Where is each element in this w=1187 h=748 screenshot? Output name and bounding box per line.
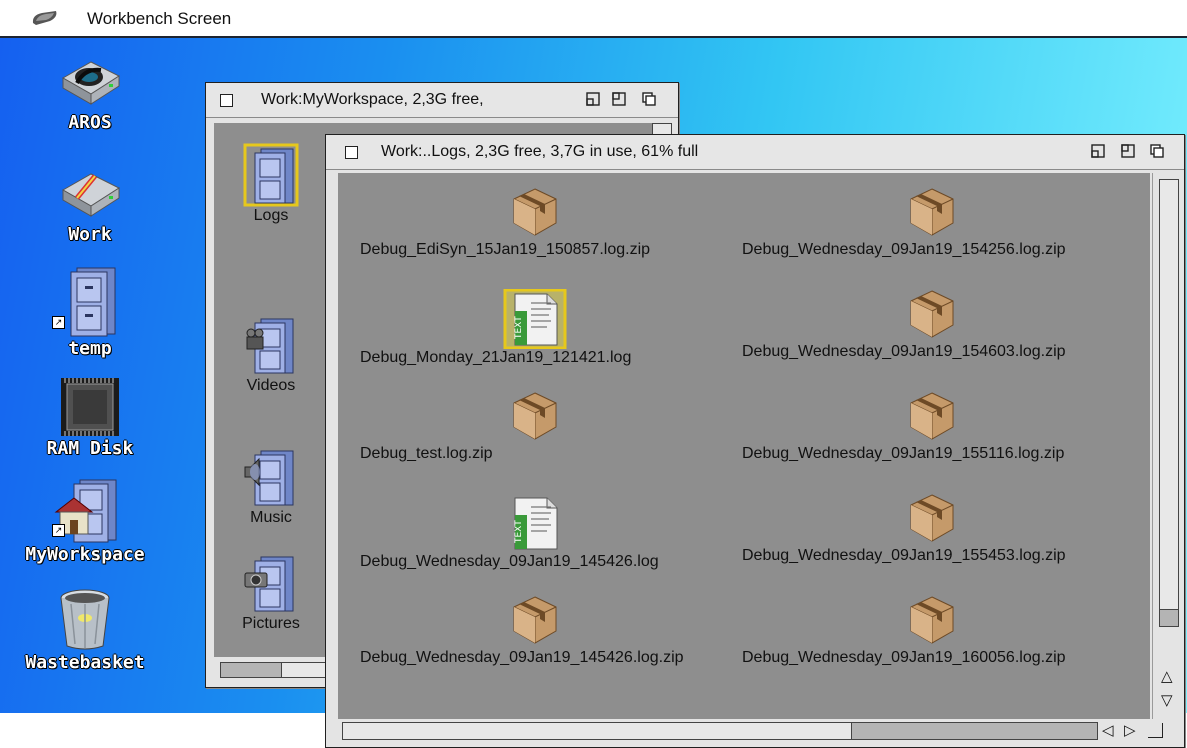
desktop-icon-label: AROS: [68, 112, 112, 133]
file-label: Debug_Monday_21Jan19_121421.log: [360, 349, 632, 366]
text-badge: TEXT: [514, 316, 524, 340]
drawer-label: Music: [250, 509, 292, 526]
text-file-icon: TEXT: [503, 289, 567, 349]
amiga-logo-icon: [32, 11, 57, 25]
desktop-icon-work[interactable]: Work: [40, 162, 140, 245]
package-icon: [910, 494, 954, 542]
wastebasket-icon: [60, 589, 110, 650]
drawer-icon-logs[interactable]: Logs: [226, 143, 316, 225]
package-icon: [910, 290, 954, 338]
file-label: Debug_Wednesday_09Jan19_155453.log.zip: [742, 547, 1066, 564]
drawer-label: Logs: [253, 207, 289, 224]
file-icon-zip[interactable]: Debug_EdiSyn_15Jan19_150857.log.zip: [360, 187, 720, 259]
file-icon-log[interactable]: TEXT Debug_Wednesday_09Jan19_145426.log: [360, 493, 720, 571]
zoom-icon[interactable]: [1121, 144, 1135, 158]
vertical-scrollbar[interactable]: △ ▽: [1152, 173, 1183, 719]
zoom-icon[interactable]: [612, 92, 626, 106]
shortcut-icon: ↗: [52, 524, 65, 537]
cabinet-icon: [244, 450, 294, 506]
desktop-icon-label: Work: [68, 224, 112, 245]
drive-icon: [61, 61, 121, 105]
package-icon: [513, 188, 557, 236]
scrollbar-track[interactable]: [220, 662, 332, 678]
scrollbar-knob[interactable]: [852, 723, 1097, 739]
screen-title-bar: Workbench Screen: [0, 0, 1187, 38]
desktop-icon-label: temp: [68, 338, 112, 359]
drawer-icon-videos[interactable]: Videos: [226, 313, 316, 395]
scrollbar-empty: [343, 723, 852, 739]
scroll-left-arrow-icon[interactable]: ◁: [1102, 721, 1114, 739]
drawer-icon-music[interactable]: Music: [226, 445, 316, 527]
resize-handle-icon[interactable]: [1148, 723, 1163, 738]
file-label: Debug_EdiSyn_15Jan19_150857.log.zip: [360, 241, 651, 258]
file-label: Debug_Wednesday_09Jan19_145426.log.zip: [360, 649, 684, 666]
iconify-icon[interactable]: [1091, 144, 1105, 158]
scroll-down-arrow-icon[interactable]: ▽: [1161, 691, 1173, 709]
package-icon: [513, 596, 557, 644]
desktop-icon-temp[interactable]: ↗ temp: [40, 266, 140, 359]
cabinet-icon: [246, 318, 294, 374]
chip-icon: [61, 378, 119, 436]
window-title: Work:MyWorkspace, 2,3G free,: [261, 91, 484, 108]
file-label: Debug_test.log.zip: [360, 445, 493, 462]
drive-icon: [61, 173, 121, 217]
package-icon: [910, 392, 954, 440]
file-icon-zip[interactable]: Debug_Wednesday_09Jan19_155453.log.zip: [742, 493, 1142, 565]
package-icon: [910, 596, 954, 644]
text-file-icon: TEXT: [514, 497, 558, 550]
desktop-icon-wastebasket[interactable]: Wastebasket: [0, 588, 170, 673]
window-title: Work:..Logs, 2,3G free, 3,7G in use, 61%…: [381, 143, 699, 160]
file-icon-zip[interactable]: Debug_Wednesday_09Jan19_160056.log.zip: [742, 595, 1142, 667]
file-label: Debug_Wednesday_09Jan19_145426.log: [360, 553, 659, 570]
screen-title: Workbench Screen: [87, 9, 232, 28]
drawer-label: Pictures: [242, 615, 300, 632]
cabinet-icon: [70, 267, 116, 337]
file-icon-zip[interactable]: Debug_Wednesday_09Jan19_154256.log.zip: [742, 187, 1142, 259]
drawer-label: Videos: [246, 377, 296, 394]
desktop-icon-ram-disk[interactable]: RAM Disk: [30, 376, 150, 459]
drawer-icon-pictures[interactable]: Pictures: [226, 551, 316, 633]
cabinet-icon: [243, 143, 299, 207]
file-icon-zip[interactable]: Debug_Wednesday_09Jan19_145426.log.zip: [360, 595, 720, 667]
depth-icon[interactable]: [642, 92, 656, 106]
iconify-icon[interactable]: [586, 92, 600, 106]
shortcut-icon: ↗: [52, 316, 65, 329]
desktop-icon-label: MyWorkspace: [25, 544, 145, 565]
desktop-icon-label: Wastebasket: [25, 652, 145, 673]
file-icon-zip[interactable]: Debug_Wednesday_09Jan19_155116.log.zip: [742, 391, 1142, 463]
file-label: Debug_Wednesday_09Jan19_155116.log.zip: [742, 445, 1065, 462]
scrollbar-knob[interactable]: [1160, 609, 1178, 626]
cabinet-icon: [244, 556, 294, 612]
depth-icon[interactable]: [1150, 144, 1164, 158]
close-icon[interactable]: [345, 146, 358, 159]
workbench-desktop: AROS Work ↗ temp RAM Disk ↗ MyWorkspace …: [0, 38, 1187, 748]
desktop-icon-myworkspace[interactable]: ↗ MyWorkspace: [0, 476, 170, 565]
window-content: Debug_EdiSyn_15Jan19_150857.log.zip Debug…: [338, 173, 1150, 719]
file-icon-zip[interactable]: Debug_Wednesday_09Jan19_154603.log.zip: [742, 289, 1142, 361]
text-badge: TEXT: [514, 520, 524, 544]
desktop-icon-label: RAM Disk: [46, 438, 134, 459]
package-icon: [513, 392, 557, 440]
close-icon[interactable]: [220, 94, 233, 107]
horizontal-scrollbar[interactable]: ◁ ▷: [338, 719, 1182, 745]
file-label: Debug_Wednesday_09Jan19_160056.log.zip: [742, 649, 1066, 666]
window-title-bar[interactable]: Work:MyWorkspace, 2,3G free,: [206, 83, 678, 118]
scroll-up-arrow-icon[interactable]: △: [1161, 667, 1173, 685]
scrollbar-track[interactable]: [342, 722, 1098, 740]
desktop-icon-aros[interactable]: AROS: [40, 50, 140, 133]
window-title-bar[interactable]: Work:..Logs, 2,3G free, 3,7G in use, 61%…: [326, 135, 1184, 170]
scrollbar-knob[interactable]: [221, 663, 282, 677]
window-logs: Work:..Logs, 2,3G free, 3,7G in use, 61%…: [325, 134, 1185, 748]
file-icon-log[interactable]: TEXT Debug_Monday_21Jan19_121421.log: [360, 289, 720, 367]
file-label: Debug_Wednesday_09Jan19_154603.log.zip: [742, 343, 1066, 360]
file-icon-zip[interactable]: Debug_test.log.zip: [360, 391, 720, 463]
package-icon: [910, 188, 954, 236]
scroll-right-arrow-icon[interactable]: ▷: [1124, 721, 1136, 739]
scrollbar-track[interactable]: [1159, 179, 1179, 627]
file-label: Debug_Wednesday_09Jan19_154256.log.zip: [742, 241, 1066, 258]
